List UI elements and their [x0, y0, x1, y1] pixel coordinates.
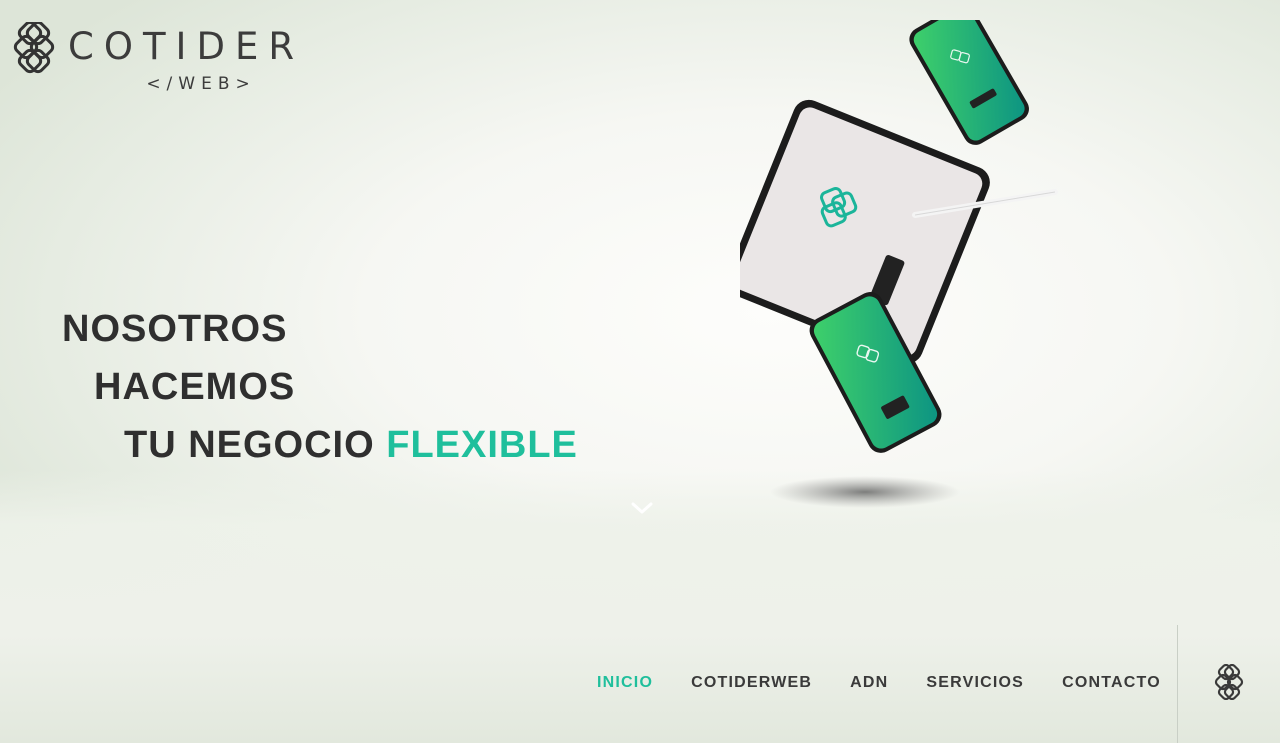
main-nav: INICIO COTIDERWEB ADN SERVICIOS CONTACTO — [597, 674, 1199, 692]
hero-line-3-text: TU NEGOCIO — [124, 424, 387, 466]
chevron-down-icon[interactable] — [630, 498, 654, 518]
brand-logo[interactable]: COTIDER </WEB> — [10, 22, 304, 94]
nav-item-cotiderweb[interactable]: COTIDERWEB — [691, 674, 812, 692]
nav-item-adn[interactable]: ADN — [850, 674, 888, 692]
phone-top — [909, 20, 1029, 145]
devices-illustration — [740, 20, 1058, 508]
brand-wordmark: COTIDER </WEB> — [68, 22, 304, 94]
hero-line-3: TU NEGOCIO FLEXIBLE — [62, 416, 578, 474]
brand-subtitle: </WEB> — [146, 74, 256, 94]
nav-item-contacto[interactable]: CONTACTO — [1062, 674, 1161, 692]
knot-logo-icon[interactable] — [1212, 664, 1246, 700]
hero-line-2: HACEMOS — [94, 366, 296, 408]
hero-line-1: NOSOTROS — [62, 308, 288, 350]
nav-item-inicio[interactable]: INICIO — [597, 674, 653, 692]
brand-name: COTIDER — [68, 25, 305, 68]
nav-item-servicios[interactable]: SERVICIOS — [926, 674, 1024, 692]
hero-headline: NOSOTROS HACEMOS TU NEGOCIO FLEXIBLE — [62, 300, 578, 474]
knot-logo-icon — [13, 22, 55, 74]
hero-accent-word: FLEXIBLE — [386, 424, 578, 466]
nav-divider — [1177, 625, 1178, 743]
